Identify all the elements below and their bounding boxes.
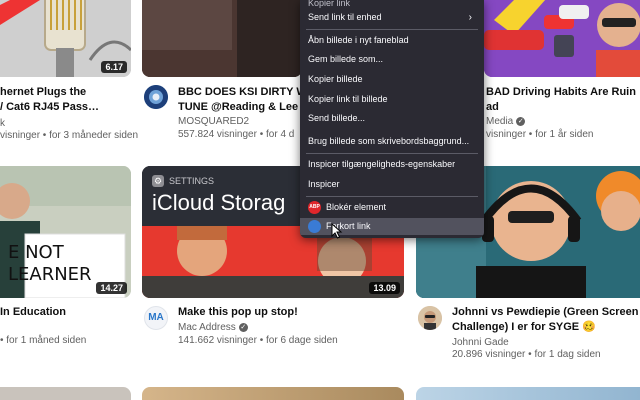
- video-thumbnail[interactable]: E NOT LEARNER 14.27: [0, 166, 131, 298]
- video-duration: 6.17: [101, 61, 127, 73]
- video-stats: 20.896 visninger • for 1 dag siden: [452, 349, 601, 360]
- video-title[interactable]: hernet Plugs the / Cat6 RJ45 Pass…: [0, 85, 120, 115]
- menu-item-copy-image-link[interactable]: Kopier link til billede: [300, 91, 484, 108]
- video-stats: visninger • for 1 år siden: [486, 129, 594, 140]
- context-menu: Kopier link Send link til enhed › Åbn bi…: [300, 0, 484, 238]
- video-thumbnail[interactable]: [142, 0, 302, 77]
- channel-avatar[interactable]: [144, 85, 168, 109]
- link-extension-icon: [308, 220, 321, 234]
- menu-item-send-link-to-device[interactable]: Send link til enhed ›: [300, 9, 484, 26]
- cars-thumbnail-image: [484, 0, 640, 77]
- menu-item-set-desktop-background[interactable]: Brug billede som skrivebordsbaggrund...: [300, 133, 484, 150]
- video-thumbnail[interactable]: [484, 0, 640, 77]
- chevron-right-icon: ›: [468, 12, 472, 23]
- menu-item-save-image-as[interactable]: Gem billede som...: [300, 51, 484, 68]
- avatar-face-icon: [418, 306, 442, 330]
- settings-overlay: ⚙ SETTINGS iCloud Storag: [152, 175, 286, 215]
- video-channel[interactable]: Media ✓: [486, 115, 526, 128]
- video-thumbnail[interactable]: [416, 387, 640, 400]
- sign-text: E NOT LEARNER: [8, 242, 92, 285]
- menu-separator: [306, 29, 478, 30]
- video-thumbnail[interactable]: 6.17: [0, 0, 131, 77]
- menu-item-shorten-link[interactable]: Forkort link: [300, 218, 484, 235]
- video-title[interactable]: BBC DOES KSI DIRTY W TUNE @Reading & Lee: [178, 85, 300, 115]
- lion-logo-icon: [144, 85, 168, 109]
- video-stats: visninger • for 3 måneder siden: [0, 130, 139, 141]
- channel-avatar[interactable]: MA: [144, 306, 168, 330]
- video-channel[interactable]: Mac Address ✓: [178, 321, 248, 334]
- gear-icon: ⚙: [152, 175, 164, 187]
- video-duration: 14.27: [96, 282, 127, 294]
- video-duration: 13.09: [369, 282, 400, 294]
- video-title[interactable]: In Education: [0, 305, 120, 320]
- video-stats: 557.824 visninger • for 4 d: [178, 129, 295, 140]
- verified-icon: ✓: [516, 116, 526, 126]
- menu-item-inspect-accessibility[interactable]: Inspicer tilgængeligheds-egenskaber: [300, 156, 484, 173]
- menu-separator: [306, 196, 478, 197]
- verified-icon: ✓: [238, 322, 248, 332]
- thumbnail-image: [142, 0, 302, 77]
- video-thumbnail[interactable]: [0, 387, 131, 400]
- menu-item-copy-image[interactable]: Kopier billede: [300, 71, 484, 88]
- menu-item-open-image-new-tab[interactable]: Åbn billede i nyt faneblad: [300, 32, 484, 49]
- menu-item-send-image[interactable]: Send billede...: [300, 110, 484, 127]
- channel-avatar[interactable]: [418, 306, 442, 330]
- video-thumbnail[interactable]: [142, 387, 404, 400]
- video-stats: • for 1 måned siden: [0, 335, 87, 346]
- video-stats: 141.662 visninger • for 6 dage siden: [178, 335, 338, 346]
- mouse-cursor-icon: [331, 223, 343, 239]
- video-title[interactable]: Johnni vs Pewdiepie (Green Screen Challe…: [452, 305, 640, 335]
- menu-item-inspect[interactable]: Inspicer: [300, 176, 484, 193]
- video-title[interactable]: Make this pop up stop!: [178, 305, 398, 320]
- video-channel[interactable]: MOSQUARED2: [178, 115, 249, 128]
- menu-item-block-element[interactable]: ABP Blokér element: [300, 199, 484, 216]
- adblock-icon: ABP: [308, 201, 321, 215]
- video-title[interactable]: BAD Driving Habits Are Ruin ad: [486, 85, 640, 115]
- menu-separator: [306, 153, 478, 154]
